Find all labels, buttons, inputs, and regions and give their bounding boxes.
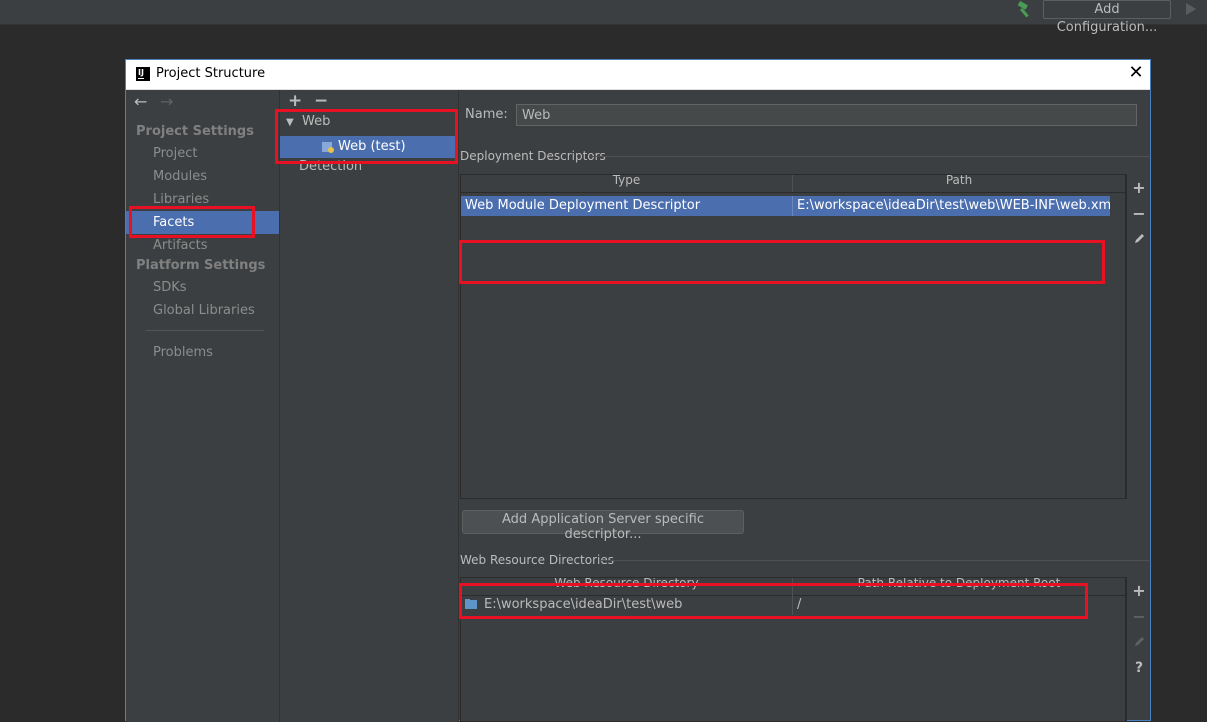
descriptor-path-cell: E:\workspace\ideaDir\test\web\WEB-INF\we… — [797, 198, 1110, 213]
hammer-icon[interactable] — [1015, 1, 1033, 19]
add-facet-button[interactable]: + — [288, 91, 302, 111]
sidebar-item-problems[interactable]: Problems — [126, 341, 279, 364]
platform-settings-header: Platform Settings — [136, 258, 266, 273]
highlight-box — [275, 109, 458, 164]
add-resource-button[interactable]: + — [1129, 581, 1149, 600]
highlight-box — [459, 583, 1088, 619]
deployment-descriptors-table: Type Path Web Module Deployment Descript… — [460, 174, 1126, 499]
settings-sidebar: ← → Project Settings Project Modules Lib… — [126, 90, 280, 722]
column-divider — [792, 196, 793, 216]
play-icon[interactable] — [1186, 3, 1196, 15]
highlight-box — [129, 206, 255, 238]
sidebar-item-modules[interactable]: Modules — [126, 165, 279, 188]
back-arrow-icon[interactable]: ← — [134, 92, 147, 111]
table-header: Type Path — [461, 175, 1125, 193]
sidebar-item-global-libraries[interactable]: Global Libraries — [126, 299, 279, 322]
add-descriptor-button[interactable]: + — [1129, 178, 1149, 197]
group-divider — [599, 560, 1149, 561]
descriptor-tools: + − — [1126, 174, 1151, 499]
sidebar-item-sdks[interactable]: SDKs — [126, 276, 279, 299]
project-settings-header: Project Settings — [136, 124, 254, 139]
remove-descriptor-button[interactable]: − — [1129, 204, 1149, 223]
facet-name-input[interactable] — [516, 104, 1137, 126]
dialog-title: Project Structure — [156, 66, 266, 81]
add-server-descriptor-button[interactable]: Add Application Server specific descript… — [462, 510, 744, 542]
column-header-type[interactable]: Type — [461, 175, 792, 190]
close-icon[interactable]: ✕ — [1126, 63, 1146, 83]
group-divider — [589, 156, 1149, 157]
edit-pencil-icon[interactable] — [1134, 232, 1146, 244]
name-label: Name: — [465, 107, 508, 122]
table-row[interactable]: Web Module Deployment Descriptor E:\work… — [461, 196, 1110, 216]
help-button[interactable]: ? — [1129, 660, 1149, 676]
sidebar-item-project[interactable]: Project — [126, 142, 279, 165]
web-resource-directories-title: Web Resource Directories — [460, 553, 614, 567]
resource-tools: + − ? — [1126, 577, 1151, 722]
highlight-box — [459, 240, 1105, 284]
edit-pencil-icon[interactable] — [1134, 635, 1146, 647]
project-structure-dialog: IJ Project Structure ✕ ← → Project Setti… — [125, 59, 1151, 722]
remove-resource-button[interactable]: − — [1129, 607, 1149, 626]
column-header-path[interactable]: Path — [793, 175, 1125, 190]
intellij-logo-icon: IJ — [136, 67, 150, 81]
descriptor-type-cell: Web Module Deployment Descriptor — [465, 198, 701, 213]
forward-arrow-icon[interactable]: → — [160, 92, 173, 111]
dialog-titlebar: IJ Project Structure ✕ — [126, 60, 1150, 90]
add-configuration-button[interactable]: Add Configuration... — [1043, 0, 1171, 35]
deployment-descriptors-title: Deployment Descriptors — [460, 149, 606, 163]
remove-facet-button[interactable]: − — [314, 91, 328, 111]
facet-tree-panel: + − ▼ Web Web (test) Detection — [275, 90, 459, 722]
sidebar-divider — [146, 330, 264, 331]
ide-toolbar: Add Configuration... — [0, 0, 1207, 35]
facet-editor: Name: Deployment Descriptors Type Path W… — [459, 90, 1151, 722]
